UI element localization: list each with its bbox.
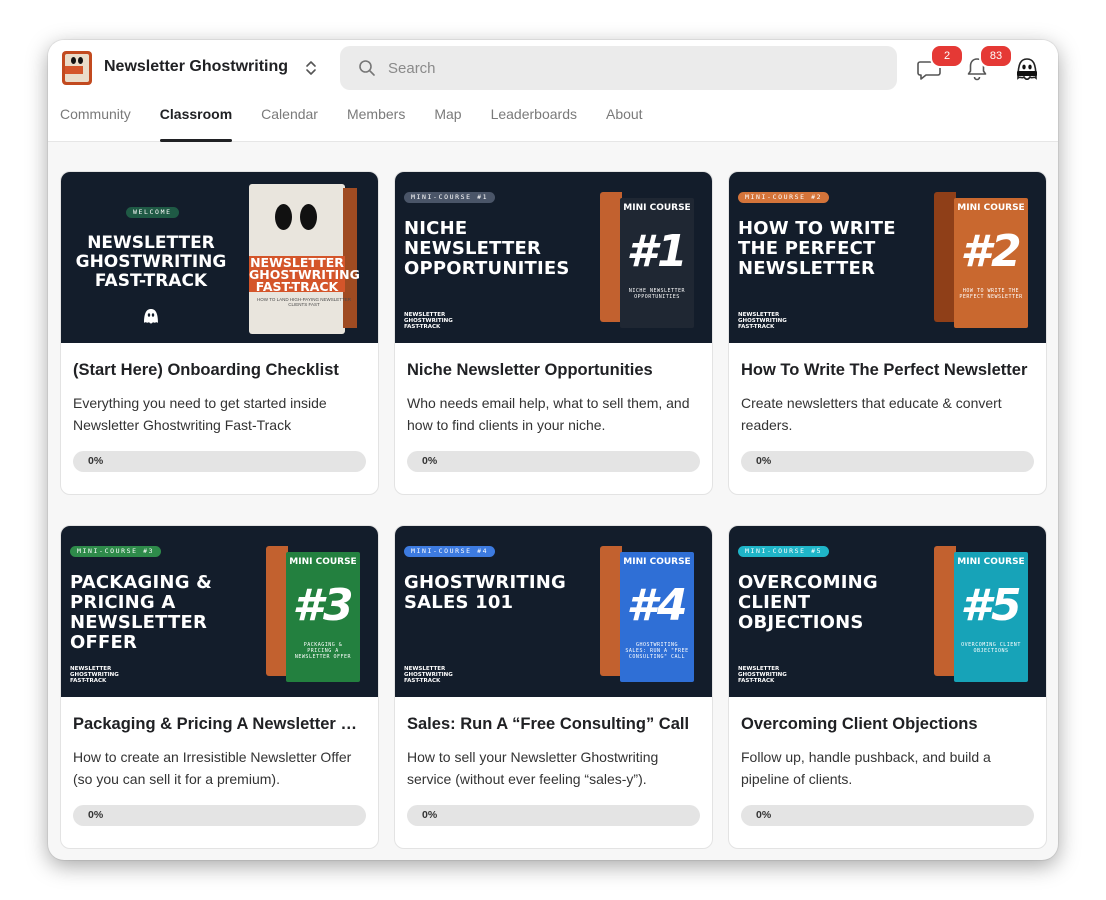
chat-badge: 2 xyxy=(930,44,964,68)
course-banner: WELCOME NEWSLETTER GHOSTWRITING FAST-TRA… xyxy=(61,172,378,343)
course-card[interactable]: MINI-COURSE #2 HOW TO WRITE THE PERFECT … xyxy=(728,171,1047,495)
course-box-art: MINI COURSE #5 OVERCOMING CLIENT OBJECTI… xyxy=(934,540,1032,682)
progress-label: 0% xyxy=(756,809,772,821)
box-subtitle: NICHE NEWSLETTER OPPORTUNITIES xyxy=(628,288,686,300)
banner-title: PACKAGING & PRICING A NEWSLETTER OFFER xyxy=(70,572,213,653)
banner-brand: NEWSLETTER GHOSTWRITING FAST-TRACK xyxy=(738,666,787,684)
banner-brand: NEWSLETTER GHOSTWRITING FAST-TRACK xyxy=(70,666,119,684)
tab-community[interactable]: Community xyxy=(60,102,131,142)
box-number: #2 xyxy=(960,226,1022,277)
course-box-art: NEWSLETTER GHOSTWRITING FAST-TRACK HOW T… xyxy=(249,184,360,334)
nav-tabs: Community Classroom Calendar Members Map… xyxy=(60,102,672,142)
tab-calendar[interactable]: Calendar xyxy=(261,102,318,142)
notifications-badge: 83 xyxy=(979,44,1013,68)
course-box-art: MINI COURSE #1 NICHE NEWSLETTER OPPORTUN… xyxy=(600,186,698,328)
tab-classroom[interactable]: Classroom xyxy=(159,102,233,142)
progress-bar: 0% xyxy=(73,451,366,472)
tab-about[interactable]: About xyxy=(606,102,643,142)
box-tier: MINI COURSE xyxy=(957,203,1025,213)
box-caption: HOW TO LAND HIGH-PAYING NEWSLETTER CLIEN… xyxy=(257,297,351,307)
course-banner: MINI-COURSE #1 NICHE NEWSLETTER OPPORTUN… xyxy=(395,172,712,343)
course-grid: WELCOME NEWSLETTER GHOSTWRITING FAST-TRA… xyxy=(60,171,1047,849)
search-input[interactable] xyxy=(388,46,868,90)
course-card[interactable]: MINI-COURSE #4 GHOSTWRITING SALES 101 NE… xyxy=(394,525,713,849)
progress-bar: 0% xyxy=(407,805,700,826)
ghost-icon xyxy=(144,309,158,324)
top-bar: Newsletter Ghostwriting 2 83 xyxy=(48,40,1058,142)
banner-pill: WELCOME xyxy=(126,207,179,218)
chat-button[interactable]: 2 xyxy=(914,44,964,83)
tab-members[interactable]: Members xyxy=(347,102,405,142)
box-subtitle: PACKAGING & PRICING A NEWSLETTER OFFER xyxy=(294,642,352,660)
progress-label: 0% xyxy=(88,455,104,467)
progress-label: 0% xyxy=(422,455,438,467)
box-number: #5 xyxy=(960,580,1022,631)
banner-pill: MINI-COURSE #2 xyxy=(738,192,830,203)
tab-leaderboards[interactable]: Leaderboards xyxy=(491,102,577,142)
course-banner: MINI-COURSE #5 OVERCOMING CLIENT OBJECTI… xyxy=(729,526,1046,697)
course-box-art: MINI COURSE #2 HOW TO WRITE THE PERFECT … xyxy=(934,186,1032,328)
banner-brand: NEWSLETTER GHOSTWRITING FAST-TRACK xyxy=(404,666,453,684)
course-banner: MINI-COURSE #2 HOW TO WRITE THE PERFECT … xyxy=(729,172,1046,343)
banner-pill: MINI-COURSE #3 xyxy=(70,546,162,557)
progress-bar: 0% xyxy=(741,805,1034,826)
box-number: #4 xyxy=(626,580,688,631)
course-card[interactable]: WELCOME NEWSLETTER GHOSTWRITING FAST-TRA… xyxy=(60,171,379,495)
banner-title: GHOSTWRITING SALES 101 xyxy=(404,572,567,613)
notifications-button[interactable]: 83 xyxy=(962,44,1013,83)
app-window: Newsletter Ghostwriting 2 83 xyxy=(48,40,1058,860)
course-description: Create newsletters that educate & conver… xyxy=(741,395,1002,433)
banner-pill: MINI-COURSE #5 xyxy=(738,546,830,557)
course-banner: MINI-COURSE #4 GHOSTWRITING SALES 101 NE… xyxy=(395,526,712,697)
box-subtitle: GHOSTWRITING SALES: RUN A "FREE CONSULTI… xyxy=(625,642,689,660)
banner-title: OVERCOMING CLIENT OBJECTIONS xyxy=(738,572,878,633)
banner-title: NEWSLETTER GHOSTWRITING FAST-TRACK xyxy=(75,233,227,291)
search-icon xyxy=(359,60,375,76)
box-tier: MINI COURSE xyxy=(623,557,691,567)
progress-label: 0% xyxy=(756,455,772,467)
progress-bar: 0% xyxy=(73,805,366,826)
course-description: Follow up, handle pushback, and build a … xyxy=(741,749,991,787)
course-description: How to create an Irresistible Newsletter… xyxy=(73,749,352,787)
course-box-art: MINI COURSE #4 GHOSTWRITING SALES: RUN A… xyxy=(600,540,698,682)
progress-label: 0% xyxy=(422,809,438,821)
course-title: Niche Newsletter Opportunities xyxy=(407,361,653,379)
course-banner: MINI-COURSE #3 PACKAGING & PRICING A NEW… xyxy=(61,526,378,697)
progress-bar: 0% xyxy=(741,451,1034,472)
banner-brand: NEWSLETTER GHOSTWRITING FAST-TRACK xyxy=(404,312,453,330)
box-title: NEWSLETTER GHOSTWRITING FAST-TRACK xyxy=(249,255,360,294)
progress-label: 0% xyxy=(88,809,104,821)
group-name[interactable]: Newsletter Ghostwriting xyxy=(104,58,288,76)
course-description: Everything you need to get started insid… xyxy=(73,395,327,433)
box-number: #3 xyxy=(292,580,354,631)
tab-map[interactable]: Map xyxy=(434,102,461,142)
course-card[interactable]: MINI-COURSE #5 OVERCOMING CLIENT OBJECTI… xyxy=(728,525,1047,849)
box-tier: MINI COURSE xyxy=(623,203,691,213)
chevron-up-down-icon[interactable] xyxy=(304,58,318,78)
course-title: Sales: Run A “Free Consulting” Call xyxy=(407,715,690,733)
banner-pill: MINI-COURSE #1 xyxy=(404,192,496,203)
course-title: (Start Here) Onboarding Checklist xyxy=(73,361,339,379)
group-logo[interactable] xyxy=(62,51,92,85)
course-description: Who needs email help, what to sell them,… xyxy=(407,395,690,433)
progress-bar: 0% xyxy=(407,451,700,472)
course-title: Overcoming Client Objections xyxy=(741,715,978,733)
banner-title: HOW TO WRITE THE PERFECT NEWSLETTER xyxy=(738,218,896,279)
search-bar[interactable] xyxy=(340,46,897,90)
banner-title: NICHE NEWSLETTER OPPORTUNITIES xyxy=(404,218,570,279)
course-title: Packaging & Pricing A Newsletter Offer xyxy=(73,715,366,733)
course-card[interactable]: MINI-COURSE #1 NICHE NEWSLETTER OPPORTUN… xyxy=(394,171,713,495)
box-number: #1 xyxy=(626,226,688,277)
banner-pill: MINI-COURSE #4 xyxy=(404,546,496,557)
user-avatar[interactable] xyxy=(1013,55,1041,83)
course-title: How To Write The Perfect Newsletter xyxy=(741,361,1028,379)
box-tier: MINI COURSE xyxy=(289,557,357,567)
course-box-art: MINI COURSE #3 PACKAGING & PRICING A NEW… xyxy=(266,540,364,682)
box-subtitle: HOW TO WRITE THE PERFECT NEWSLETTER xyxy=(959,288,1023,300)
box-tier: MINI COURSE xyxy=(957,557,1025,567)
box-subtitle: OVERCOMING CLIENT OBJECTIONS xyxy=(961,642,1021,654)
banner-brand: NEWSLETTER GHOSTWRITING FAST-TRACK xyxy=(738,312,787,330)
course-card[interactable]: MINI-COURSE #3 PACKAGING & PRICING A NEW… xyxy=(60,525,379,849)
course-description: How to sell your Newsletter Ghostwriting… xyxy=(407,749,659,787)
